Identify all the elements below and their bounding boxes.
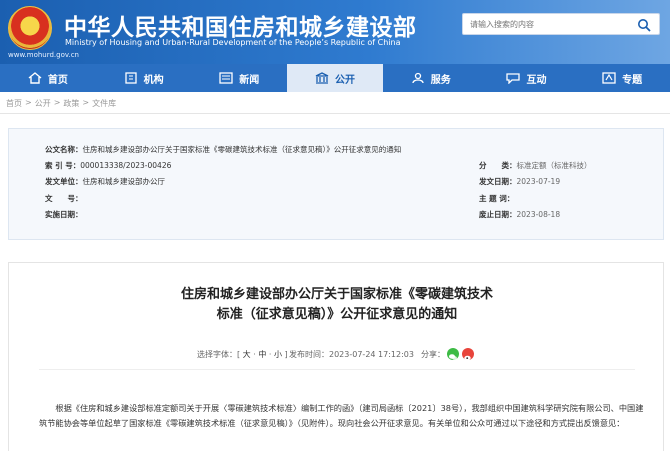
divider [0,113,670,114]
meta-label: 公文名称： [45,145,83,154]
meta-row-date: 发文日期：2023-07-19 [479,176,560,187]
home-icon [28,72,42,84]
meta-label: 文 号： [45,194,83,203]
weibo-icon[interactable] [462,348,474,361]
main-nav: 首页 机构 新闻 公开 服务 互动 专题 [0,64,670,92]
nav-label: 公开 [335,74,356,86]
breadcrumb-public[interactable]: 公开 [35,98,51,109]
bracket: ] [281,350,288,359]
meta-label: 发文日期： [479,177,517,186]
chat-icon [506,72,521,85]
nav-item-home[interactable]: 首页 [0,64,96,92]
nav-item-services[interactable]: 服务 [383,64,479,92]
font-size-small[interactable]: 小 [274,350,282,359]
nav-item-institutions[interactable]: 机构 [96,64,192,92]
breadcrumb-home[interactable]: 首页 [6,98,22,109]
site-header: www.mohurd.gov.cn 中华人民共和国住房和城乡建设部 Minist… [0,0,670,64]
publish-label: 发布时间： [289,350,329,359]
font-size-large[interactable]: 大 [243,350,251,359]
search-input[interactable] [470,17,625,32]
nav-label: 新闻 [239,74,260,86]
breadcrumb-separator: > [53,98,61,107]
meta-label: 废止日期： [479,210,517,219]
search-box [462,13,660,35]
meta-label: 分 类： [479,161,517,170]
meta-value: 住房和城乡建设部办公厅 [82,177,166,186]
nav-label: 首页 [47,74,68,86]
breadcrumb-separator: > [25,98,32,107]
national-emblem-logo [8,6,52,50]
newspaper-icon [219,72,233,84]
font-size-label: 选择字体： [197,350,237,359]
meta-row-issuer: 发文单位：住房和城乡建设部办公厅 [45,176,165,187]
nav-item-news[interactable]: 新闻 [191,64,287,92]
service-icon [411,72,425,84]
meta-row-subject: 主 题 词： [479,193,514,204]
meta-value: 2023-07-19 [516,177,561,186]
meta-label: 实施日期： [45,210,83,219]
meta-label: 主 题 词： [479,194,515,203]
nav-item-public[interactable]: 公开 [287,64,383,92]
article-title: 住房和城乡建设部办公厅关于国家标准《零碳建筑技术 标准（征求意见稿）》公开征求意… [9,285,665,325]
government-building-icon [315,72,329,84]
publish-time-value: 2023-07-24 17:12:03 [329,350,414,359]
separator: · [266,350,274,359]
article-body: 根据《住房和城乡建设部标准定额司关于开展〈零碳建筑技术标准〉编制工作的函》（建司… [39,403,644,428]
nav-label: 机构 [143,74,164,86]
breadcrumb-file-library[interactable]: 文件库 [92,98,116,109]
meta-value: 000013338/2023-00426 [80,161,172,170]
divider [39,369,635,370]
topic-icon [602,72,616,84]
wechat-icon[interactable] [447,348,459,360]
building-icon [124,72,138,84]
nav-label: 专题 [622,74,643,86]
nav-item-interaction[interactable]: 互动 [479,64,575,92]
article-panel: 住房和城乡建设部办公厅关于国家标准《零碳建筑技术 标准（征求意见稿）》公开征求意… [8,262,664,451]
nav-label: 服务 [430,74,451,86]
article-title-line: 标准（征求意见稿）》公开征求意见的通知 [216,307,458,322]
meta-row-name: 公文名称：住房和城乡建设部办公厅关于国家标准《零碳建筑技术标准（征求意见稿）》公… [45,144,401,155]
publish-time: 发布时间：2023-07-24 17:12:03 [289,349,414,360]
meta-row-index: 索 引 号：000013338/2023-00426 [45,160,171,171]
document-metadata-panel: 公文名称：住房和城乡建设部办公厅关于国家标准《零碳建筑技术标准（征求意见稿）》公… [8,128,664,240]
site-url: www.mohurd.gov.cn [8,51,79,59]
meta-row-category: 分 类：标准定额（标准科技） [479,160,592,171]
meta-row-deadline: 废止日期：2023-08-18 [479,209,560,220]
meta-value: 住房和城乡建设部办公厅关于国家标准《零碳建筑技术标准（征求意见稿）》公开征求意见… [82,145,402,154]
site-subtitle: Ministry of Housing and Urban-Rural Deve… [65,38,401,47]
nav-label: 互动 [526,74,547,86]
breadcrumb-policy[interactable]: 政策 [63,98,79,109]
meta-value: 2023-08-18 [516,210,561,219]
site-title: 中华人民共和国住房和城乡建设部 [64,15,417,41]
nav-item-topics[interactable]: 专题 [574,64,670,92]
meta-row-effective: 实施日期： [45,209,83,220]
article-title-line: 住房和城乡建设部办公厅关于国家标准《零碳建筑技术 [180,287,493,302]
breadcrumb-separator: > [82,98,90,107]
meta-value: 标准定额（标准科技） [516,161,592,170]
font-size-selector: 选择字体：[ 大 · 中 · 小 ] [197,349,288,360]
meta-label: 索 引 号： [45,161,81,170]
breadcrumb: 首页 > 公开 > 政策 > 文件库 [6,98,116,109]
meta-label: 发文单位： [45,177,83,186]
search-icon[interactable] [637,17,653,32]
meta-row-docno: 文 号： [45,193,83,204]
share-label: 分享： [421,350,445,359]
